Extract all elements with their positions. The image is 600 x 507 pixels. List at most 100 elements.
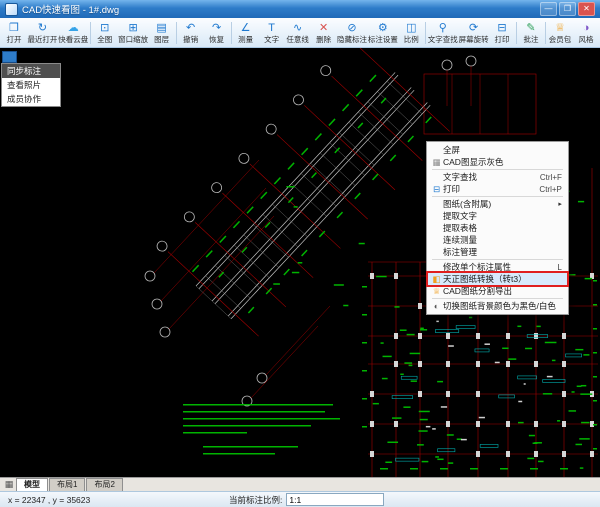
freehand-line-icon: ∿ <box>292 21 303 34</box>
window-controls: — ❐ ✕ <box>540 2 595 16</box>
sheet-tab-layout1[interactable]: 布局1 <box>49 478 86 491</box>
sheet-grid-icon[interactable]: ▦ <box>2 478 16 491</box>
toolbar-comment-button[interactable]: ✎ 批注 <box>518 19 544 47</box>
toolbar-scale-button[interactable]: ◫ 比例 <box>398 19 424 47</box>
context-menu-item-12[interactable]: 修改单个标注属性 L <box>428 261 567 273</box>
toolbar-delete-button[interactable]: ✕ 删除 <box>311 19 337 47</box>
toolbar-text-search-button[interactable]: ⚲ 文字查找 <box>427 19 458 47</box>
annotation-scale-input[interactable] <box>286 493 385 506</box>
left-menu-item-2[interactable]: 成员协作 <box>2 92 60 106</box>
toolbar-item-label: 文字查找 <box>427 34 458 44</box>
toolbar-separator <box>516 21 518 44</box>
context-menu-item-14[interactable]: ♕ CAD图纸分割导出 <box>428 285 567 297</box>
cursor-coordinates: x = 22347 , y = 35623 <box>8 494 91 505</box>
context-menu-item-9[interactable]: 连续测量 <box>428 234 567 246</box>
left-menu-item-0[interactable]: 同步标注 <box>2 64 60 78</box>
context-menu-item-4[interactable]: ⊟ 打印 Ctrl+P <box>428 183 567 195</box>
context-menu-item-10[interactable]: 标注管理 <box>428 246 567 258</box>
toolbar-freehand-line-button[interactable]: ∿ 任意线 <box>285 19 311 47</box>
context-menu-separator <box>432 259 563 260</box>
context-menu-item-7[interactable]: 提取文字 <box>428 210 567 222</box>
app-window: CAD快速看图 - 1#.dwg — ❐ ✕ ❐ 打开 ↻ 最近打开 ☁ 快看云盘 ⊡ 全图 ⊞… <box>0 0 600 507</box>
toolbar-item-label: 图层 <box>154 34 170 44</box>
fit-view-icon: ⊡ <box>100 21 110 34</box>
toolbar-item-label: 批注 <box>523 34 539 44</box>
toolbar-measure-button[interactable]: ∠ 测量 <box>233 19 259 47</box>
toolbar-item-label: 测量 <box>238 34 254 44</box>
context-menu-item-8[interactable]: 提取表格 <box>428 222 567 234</box>
toolbar-redo-button[interactable]: ↷ 恢复 <box>204 19 230 47</box>
toolbar-screen-rotate-button[interactable]: ⟳ 屏幕旋转 <box>458 19 489 47</box>
toolbar-window-zoom-button[interactable]: ⊞ 窗口缩放 <box>118 19 149 47</box>
menu-shortcut: Ctrl+P <box>539 184 562 194</box>
markup-popup-menu: 同步标注 查看照片 成员协作 <box>1 63 61 107</box>
app-logo-icon <box>5 2 18 16</box>
context-menu-item-3[interactable]: 文字查找 Ctrl+F <box>428 171 567 183</box>
toolbar-layers-button[interactable]: ▤ 图层 <box>149 19 175 47</box>
context-menu-item-0[interactable]: 全屏 <box>428 144 567 156</box>
toolbar-item-label: 比例 <box>403 34 419 44</box>
toolbar-item-label: 任意线 <box>286 34 309 44</box>
context-menu-separator <box>432 298 563 299</box>
toolbar-item-label: 风格 <box>578 34 594 44</box>
layers-icon: ▤ <box>156 21 167 34</box>
menu-shortcut: L <box>557 262 562 272</box>
undo-icon: ↶ <box>185 21 196 34</box>
context-menu-item-label: 提取表格 <box>443 223 478 233</box>
toolbar-item-label: 屏幕旋转 <box>458 34 489 44</box>
toolbar-item-label: 打开 <box>6 34 22 44</box>
toolbar-item-label: 窗口缩放 <box>118 34 149 44</box>
scale-icon: ◫ <box>406 21 417 34</box>
toolbar-separator <box>230 21 232 44</box>
annotation-scale-label: 当前标注比例: <box>229 494 283 505</box>
toolbar-markup-settings-button[interactable]: ⚙ 标注设置 <box>367 19 398 47</box>
context-menu-item-1[interactable]: ▦ CAD图显示灰色 <box>428 156 567 168</box>
toolbar-text-button[interactable]: T 文字 <box>259 19 285 47</box>
context-menu-item-label: CAD图显示灰色 <box>443 157 504 167</box>
window-zoom-icon: ⊞ <box>128 21 138 34</box>
context-menu-item-16[interactable]: ◐ 切换图纸背景颜色为黑色/白色 <box>428 300 567 312</box>
redo-icon: ↷ <box>211 21 222 34</box>
toolbar-item-label: 恢复 <box>209 34 225 44</box>
open-file-icon: ❐ <box>9 21 19 34</box>
toolbar-vip-package-button[interactable]: ♕ 会员包 <box>547 19 573 47</box>
toolbar-item-label: 打印 <box>494 34 510 44</box>
toolbar-style-button[interactable]: ◑ 风格 <box>573 19 599 47</box>
hide-markup-icon: ⊘ <box>347 21 357 34</box>
context-menu-item-label: 全屏 <box>443 145 461 155</box>
context-menu-item-6[interactable]: 图纸(含附属) ▸ <box>428 198 567 210</box>
context-menu-item-label: 切换图纸背景颜色为黑色/白色 <box>443 301 556 311</box>
status-bar: x = 22347 , y = 35623 当前标注比例: <box>0 491 600 507</box>
print-icon: ⊟ <box>432 183 441 194</box>
minimize-icon[interactable]: — <box>540 2 557 16</box>
close-icon[interactable]: ✕ <box>578 2 595 16</box>
print-icon: ⊟ <box>497 21 507 34</box>
sheet-tab-layout2[interactable]: 布局2 <box>86 478 123 491</box>
sync-panel-button[interactable] <box>2 51 17 63</box>
toolbar-hide-markup-button[interactable]: ⊘ 隐藏标注 <box>337 19 368 47</box>
toolbar-open-file-button[interactable]: ❐ 打开 <box>1 19 27 47</box>
toolbar-print-button[interactable]: ⊟ 打印 <box>489 19 515 47</box>
toolbar-recent-files-button[interactable]: ↻ 最近打开 <box>27 19 58 47</box>
submenu-arrow-icon: ▸ <box>558 201 562 208</box>
context-menu-item-label: 连续测量 <box>443 235 478 245</box>
maximize-icon[interactable]: ❐ <box>559 2 576 16</box>
sheet-tab-bar: ▦ 模型 布局1 布局2 <box>0 477 600 491</box>
sheet-tab-model[interactable]: 模型 <box>16 478 48 491</box>
toolbar-fit-view-button[interactable]: ⊡ 全图 <box>92 19 118 47</box>
toolbar-cloud-drive-button[interactable]: ☁ 快看云盘 <box>58 19 89 47</box>
context-menu-item-label: 文字查找 <box>443 172 478 182</box>
context-menu-item-label: 提取文字 <box>443 211 478 221</box>
markup-settings-icon: ⚙ <box>377 21 388 34</box>
toolbar-separator <box>425 21 427 44</box>
toolbar-item-label: 标注设置 <box>367 34 398 44</box>
toolbar-separator <box>89 21 91 44</box>
toolbar-item-label: 会员包 <box>548 34 572 44</box>
toolbar-undo-button[interactable]: ↶ 撤销 <box>178 19 204 47</box>
delete-icon: ✕ <box>318 21 329 34</box>
context-menu-item-13[interactable]: ◧ 天正图纸转换（转t3） <box>426 271 569 287</box>
left-menu-item-1[interactable]: 查看照片 <box>2 78 60 92</box>
context-menu-item-label: 标注管理 <box>443 247 478 257</box>
window-title: CAD快速看图 - 1#.dwg <box>22 5 120 16</box>
context-menu-item-label: 修改单个标注属性 <box>443 262 512 272</box>
